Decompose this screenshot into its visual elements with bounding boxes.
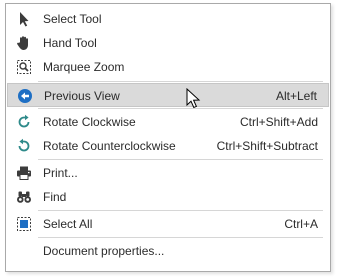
menu-item-label: Document properties... xyxy=(43,244,165,258)
menu-item-print[interactable]: Print... xyxy=(7,161,329,185)
menu-item-rotate-clockwise[interactable]: Rotate Clockwise Ctrl+Shift+Add xyxy=(7,110,329,134)
menu-item-document-properties[interactable]: Document properties... xyxy=(7,239,329,263)
menu-item-label: Rotate Counterclockwise xyxy=(43,139,176,153)
hand-icon xyxy=(16,35,32,51)
menu-item-rotate-counterclockwise[interactable]: Rotate Counterclockwise Ctrl+Shift+Subtr… xyxy=(7,134,329,158)
menu-item-label: Find xyxy=(43,190,67,204)
menu-item-label: Marquee Zoom xyxy=(43,60,125,74)
menu-item-label: Print... xyxy=(43,166,78,180)
menu-item-hand-tool[interactable]: Hand Tool xyxy=(7,31,329,55)
menu-item-previous-view[interactable]: Previous View Alt+Left xyxy=(7,83,329,107)
mouse-cursor-icon xyxy=(186,87,202,110)
context-menu: Select Tool Hand Tool Marquee Zoom Previ… xyxy=(5,3,331,272)
rotate-clockwise-icon xyxy=(16,114,32,130)
rotate-counterclockwise-icon xyxy=(16,138,32,154)
marquee-zoom-icon xyxy=(16,59,32,75)
arrow-pointer-icon xyxy=(16,11,32,27)
menu-item-select-all[interactable]: Select All Ctrl+A xyxy=(7,212,329,236)
menu-separator xyxy=(38,210,323,211)
menu-item-shortcut: Alt+Left xyxy=(275,89,317,103)
previous-view-icon xyxy=(17,88,33,104)
select-all-icon xyxy=(16,216,32,232)
menu-item-shortcut: Ctrl+Shift+Subtract xyxy=(216,139,318,153)
printer-icon xyxy=(16,165,32,181)
binoculars-icon xyxy=(16,189,32,205)
menu-item-shortcut: Ctrl+A xyxy=(284,217,318,231)
menu-item-label: Rotate Clockwise xyxy=(43,115,136,129)
menu-separator xyxy=(38,237,323,238)
menu-item-label: Select Tool xyxy=(43,12,102,26)
menu-item-label: Previous View xyxy=(44,89,120,103)
menu-separator xyxy=(38,108,323,109)
menu-item-shortcut: Ctrl+Shift+Add xyxy=(239,115,318,129)
menu-item-select-tool[interactable]: Select Tool xyxy=(7,7,329,31)
menu-item-label: Select All xyxy=(43,217,93,231)
menu-item-marquee-zoom[interactable]: Marquee Zoom xyxy=(7,55,329,79)
menu-separator xyxy=(38,159,323,160)
menu-item-find[interactable]: Find xyxy=(7,185,329,209)
menu-separator xyxy=(38,81,323,82)
menu-item-label: Hand Tool xyxy=(43,36,97,50)
